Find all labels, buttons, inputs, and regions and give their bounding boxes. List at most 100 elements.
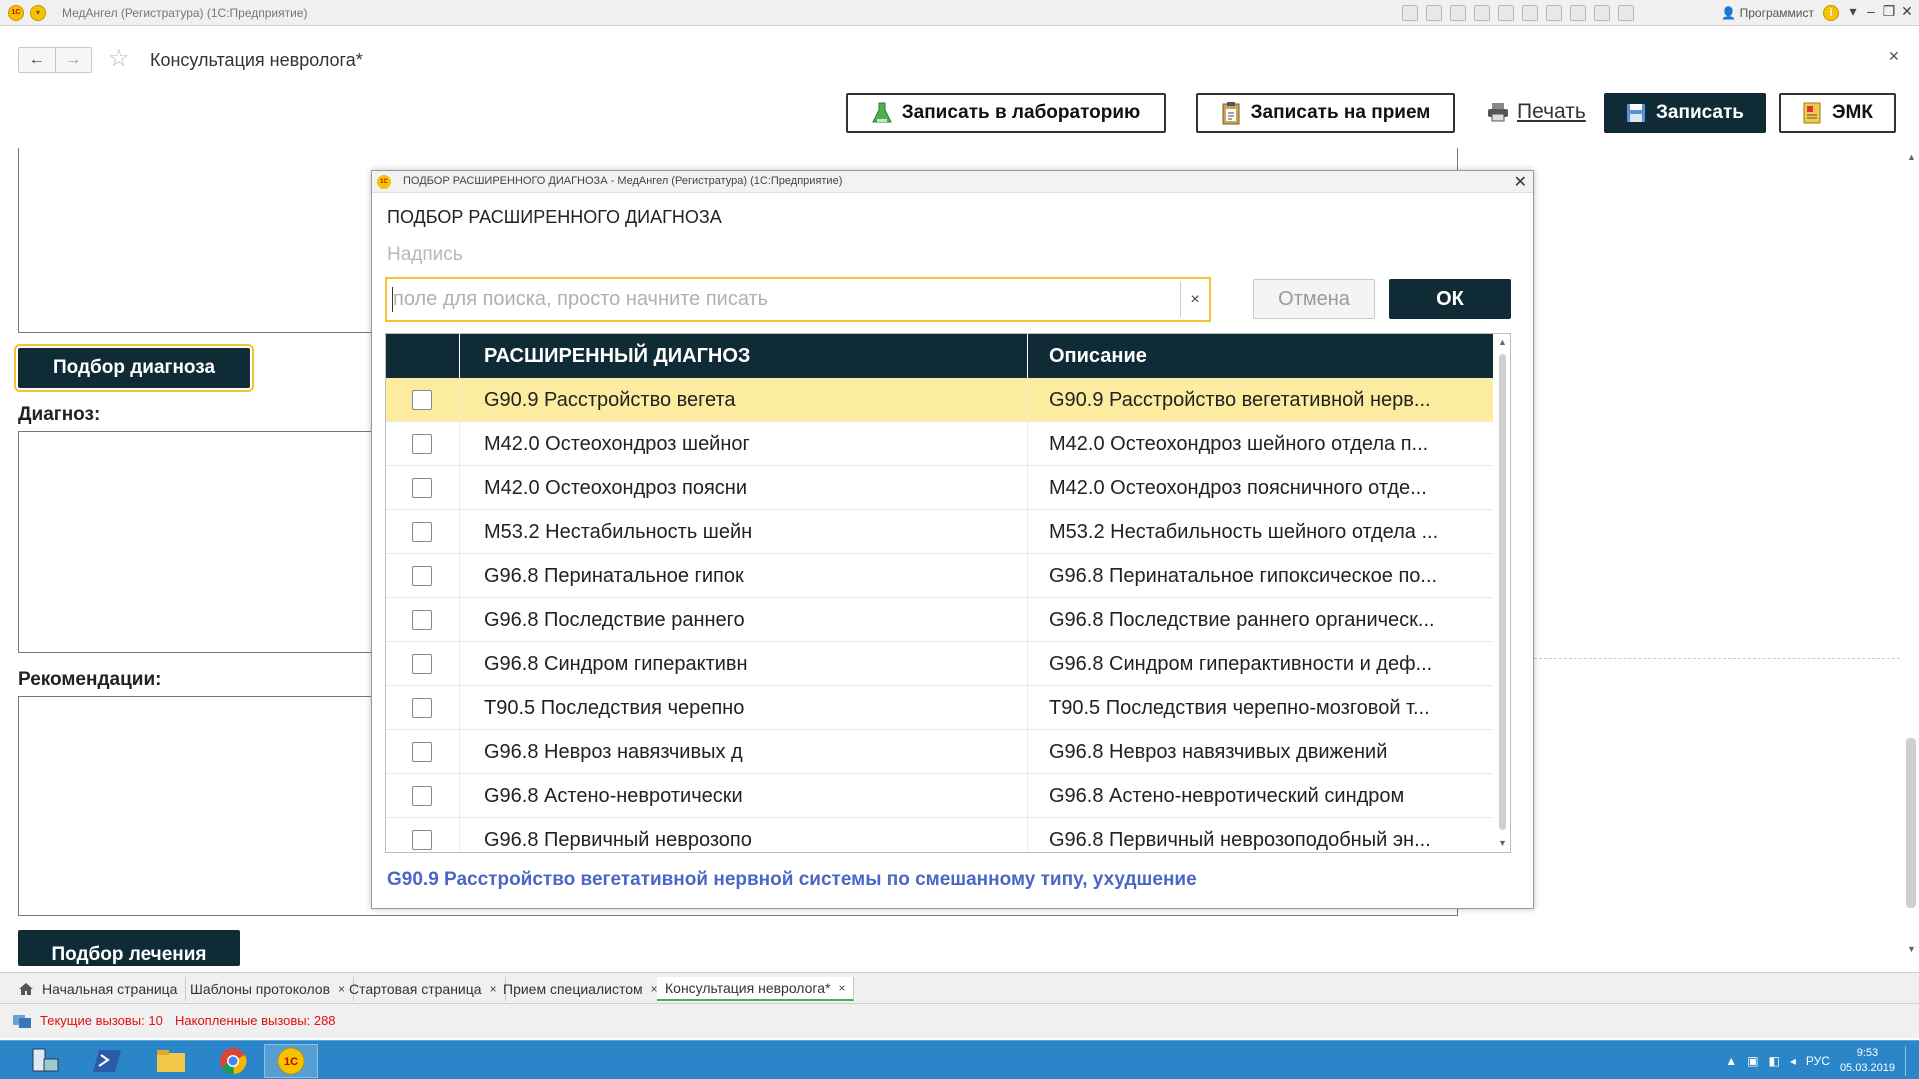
diagnosis-description-cell[interactable]: M42.0 Остеохондроз шейного отдела п... [1028, 422, 1493, 466]
row-checkbox[interactable] [412, 522, 432, 542]
diagnosis-description-cell[interactable]: G96.8 Первичный неврозоподобный эн... [1028, 818, 1493, 852]
email-icon[interactable] [1474, 5, 1490, 21]
panels-icon[interactable] [1618, 5, 1634, 21]
header-diagnosis-column[interactable]: РАСШИРЕННЫЙ ДИАГНОЗ [460, 334, 1028, 378]
save-icon[interactable] [1402, 5, 1418, 21]
back-arrow-icon[interactable]: ← [19, 48, 55, 72]
treatment-select-button[interactable]: Подбор лечения [18, 930, 240, 966]
row-checkbox[interactable] [412, 478, 432, 498]
calendar-icon[interactable] [1546, 5, 1562, 21]
row-checkbox[interactable] [412, 390, 432, 410]
diagnosis-description-cell[interactable]: T90.5 Последствия черепно-мозговой т... [1028, 686, 1493, 730]
page-scrollbar[interactable]: ▲ ▼ [1904, 148, 1919, 958]
table-row[interactable]: G96.8 Синдром гиперактивн G96.8 Синдром г… [386, 642, 1493, 686]
zoom-icon[interactable] [1594, 5, 1610, 21]
row-checkbox[interactable] [412, 610, 432, 630]
clear-search-icon[interactable]: × [1180, 282, 1209, 317]
window-close-icon[interactable]: ✕ [1897, 3, 1917, 20]
table-row[interactable]: G96.8 Последствие раннего G96.8 Последств… [386, 598, 1493, 642]
powershell-icon[interactable] [81, 1044, 135, 1078]
diagnosis-name-cell[interactable]: G96.8 Невроз навязчивых д [460, 730, 1028, 774]
tab-specialist-reception[interactable]: Прием специалистом × [495, 977, 667, 1001]
print-link[interactable]: Печать [1487, 100, 1586, 124]
diagnosis-description-cell[interactable]: G96.8 Невроз навязчивых движений [1028, 730, 1493, 774]
row-checkbox[interactable] [412, 742, 432, 762]
save-button[interactable]: Записать [1604, 93, 1766, 133]
header-description-column[interactable]: Описание [1028, 334, 1493, 378]
diagnosis-select-button[interactable]: Подбор диагноза [14, 344, 254, 392]
scroll-down-icon[interactable]: ▼ [1907, 944, 1916, 954]
diagnosis-name-cell[interactable]: M42.0 Остеохондроз поясни [460, 466, 1028, 510]
header-checkbox-column[interactable] [386, 334, 460, 378]
diagnosis-name-cell[interactable]: G96.8 Синдром гиперактивн [460, 642, 1028, 686]
diagnosis-description-cell[interactable]: M42.0 Остеохондроз поясничного отде... [1028, 466, 1493, 510]
restore-icon[interactable]: ❐ [1879, 3, 1899, 20]
table-row[interactable]: M42.0 Остеохондроз поясни M42.0 Остеохонд… [386, 466, 1493, 510]
show-hidden-icons-icon[interactable]: ▲ [1725, 1054, 1737, 1068]
tab-start-page[interactable]: Стартовая страница × [341, 977, 506, 1001]
table-row[interactable]: M42.0 Остеохондроз шейног M42.0 Остеохонд… [386, 422, 1493, 466]
form-close-icon[interactable]: ✕ [1888, 48, 1900, 65]
clock[interactable]: 9:53 05.03.2019 [1840, 1046, 1895, 1076]
lab-appointment-button[interactable]: Записать в лабораторию [846, 93, 1166, 133]
network-icon[interactable]: ▣ [1747, 1054, 1758, 1068]
page-scrollbar-thumb[interactable] [1906, 738, 1916, 908]
table-scroll-up-icon[interactable]: ▲ [1498, 337, 1507, 347]
search-input[interactable] [393, 283, 1173, 316]
current-calls[interactable]: Текущие вызовы: 10 [40, 1013, 163, 1028]
mail-icon[interactable] [1498, 5, 1514, 21]
user-name[interactable]: 👤 Программист [1721, 6, 1814, 20]
server-manager-icon[interactable] [18, 1044, 72, 1078]
diagnosis-name-cell[interactable]: M42.0 Остеохондроз шейног [460, 422, 1028, 466]
1c-app-icon[interactable]: 1С [8, 5, 24, 21]
accumulated-calls[interactable]: Накопленные вызовы: 288 [175, 1013, 336, 1028]
print-icon[interactable] [1426, 5, 1442, 21]
diagnosis-name-cell[interactable]: G90.9 Расстройство вегета [460, 378, 1028, 422]
dialog-title-bar[interactable]: 1С ПОДБОР РАСШИРЕННОГО ДИАГНОЗА - МедАнг… [372, 171, 1533, 193]
diagnosis-name-cell[interactable]: T90.5 Последствия черепно [460, 686, 1028, 730]
table-row[interactable]: G96.8 Первичный неврозопо G96.8 Первичный… [386, 818, 1493, 852]
row-checkbox[interactable] [412, 654, 432, 674]
forward-arrow-icon[interactable]: → [54, 48, 92, 72]
table-row[interactable]: G96.8 Невроз навязчивых д G96.8 Невроз на… [386, 730, 1493, 774]
row-checkbox[interactable] [412, 830, 432, 850]
table-scrollbar-thumb[interactable] [1499, 354, 1506, 830]
diagnosis-description-cell[interactable]: G96.8 Перинатальное гипоксическое по... [1028, 554, 1493, 598]
table-scrollbar[interactable]: ▲ ▼ [1496, 334, 1510, 852]
table-row[interactable]: G96.8 Перинатальное гипок G96.8 Перинатал… [386, 554, 1493, 598]
tab-home[interactable]: Начальная страница [10, 977, 187, 1001]
diagnosis-name-cell[interactable]: G96.8 Перинатальное гипок [460, 554, 1028, 598]
diagnosis-name-cell[interactable]: G96.8 Последствие раннего [460, 598, 1028, 642]
row-checkbox[interactable] [412, 786, 432, 806]
ok-button[interactable]: ОК [1389, 279, 1511, 319]
preview-icon[interactable] [1450, 5, 1466, 21]
1c-icon[interactable]: 1С [264, 1044, 318, 1078]
info-icon[interactable]: i [1823, 5, 1839, 21]
table-row[interactable]: G90.9 Расстройство вегета G90.9 Расстройс… [386, 378, 1493, 422]
minimize-icon[interactable]: – [1861, 3, 1881, 19]
diagnosis-description-cell[interactable]: G90.9 Расстройство вегетативной нерв... [1028, 378, 1493, 422]
table-row[interactable]: M53.2 Нестабильность шейн M53.2 Нестабиль… [386, 510, 1493, 554]
favorite-star-icon[interactable]: ☆ [108, 44, 130, 73]
diagnosis-description-cell[interactable]: G96.8 Последствие раннего органическ... [1028, 598, 1493, 642]
scroll-up-icon[interactable]: ▲ [1907, 152, 1916, 162]
tab-neurologist-consultation[interactable]: Консультация невролога* × [657, 976, 855, 1001]
calls-icon[interactable] [12, 1012, 32, 1030]
diagnosis-name-cell[interactable]: G96.8 Первичный неврозопо [460, 818, 1028, 852]
action-center-icon[interactable]: ◧ [1769, 1054, 1780, 1068]
dialog-close-icon[interactable]: ✕ [1514, 172, 1527, 192]
search-field[interactable]: × [385, 277, 1211, 322]
emk-button[interactable]: ЭМК [1779, 93, 1896, 133]
chrome-icon[interactable] [206, 1044, 260, 1078]
diagnosis-name-cell[interactable]: M53.2 Нестабильность шейн [460, 510, 1028, 554]
clipboard-icon[interactable] [1570, 5, 1586, 21]
table-row[interactable]: T90.5 Последствия черепно T90.5 Последств… [386, 686, 1493, 730]
diagnosis-name-cell[interactable]: G96.8 Астено-невротически [460, 774, 1028, 818]
row-checkbox[interactable] [412, 698, 432, 718]
file-explorer-icon[interactable] [144, 1044, 198, 1078]
appointment-button[interactable]: Записать на прием [1196, 93, 1455, 133]
tab-close-icon[interactable]: × [838, 976, 845, 1000]
diagnosis-description-cell[interactable]: G96.8 Синдром гиперактивности и деф... [1028, 642, 1493, 686]
row-checkbox[interactable] [412, 434, 432, 454]
table-row[interactable]: G96.8 Астено-невротически G96.8 Астено-не… [386, 774, 1493, 818]
